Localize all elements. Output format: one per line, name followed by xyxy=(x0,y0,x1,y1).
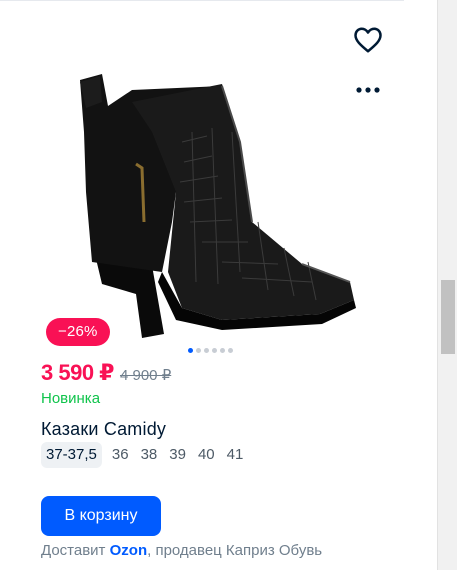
size-selector[interactable]: 37-37,5 36 38 39 40 41 xyxy=(41,442,251,468)
old-price: 4 900 ₽ xyxy=(119,367,172,384)
size-option[interactable]: 36 xyxy=(108,442,133,468)
more-options-icon[interactable] xyxy=(350,76,386,104)
gallery-pagination-dots[interactable] xyxy=(188,348,233,353)
delivery-prefix: Доставит xyxy=(41,542,110,559)
size-option[interactable]: 39 xyxy=(165,442,190,468)
price-row: 3 590 ₽ 4 900 ₽ xyxy=(41,360,171,386)
size-option[interactable]: 40 xyxy=(194,442,219,468)
size-option[interactable]: 41 xyxy=(223,442,248,468)
product-image-ankle-boot[interactable] xyxy=(72,72,362,344)
delivery-seller: , продавец Каприз Обувь xyxy=(147,542,323,559)
page-scrollbar-thumb[interactable] xyxy=(441,280,455,354)
delivery-info: Доставит Ozon, продавец Каприз Обувь xyxy=(41,542,322,559)
novelty-label: Новинка xyxy=(41,390,101,407)
add-to-cart-button[interactable]: В корзину xyxy=(41,496,161,536)
discount-badge: −26% xyxy=(46,318,110,346)
gallery-dot[interactable] xyxy=(204,348,209,353)
top-divider xyxy=(0,0,404,1)
size-option-selected[interactable]: 37-37,5 xyxy=(41,442,102,468)
product-gallery[interactable]: −26% xyxy=(22,14,394,353)
gallery-dot[interactable] xyxy=(220,348,225,353)
gallery-dot[interactable] xyxy=(196,348,201,353)
product-title-link[interactable]: Казаки Camidy xyxy=(41,419,166,440)
gallery-dot[interactable] xyxy=(188,348,193,353)
favorite-heart-icon[interactable] xyxy=(350,24,386,56)
gallery-dot[interactable] xyxy=(228,348,233,353)
delivery-carrier: Ozon xyxy=(109,542,148,559)
product-card[interactable]: −26% 3 590 ₽ 4 900 ₽ Новинка Казаки Cami… xyxy=(22,14,394,566)
gallery-dot[interactable] xyxy=(212,348,217,353)
size-option[interactable]: 38 xyxy=(137,442,162,468)
current-price: 3 590 ₽ xyxy=(41,360,114,385)
